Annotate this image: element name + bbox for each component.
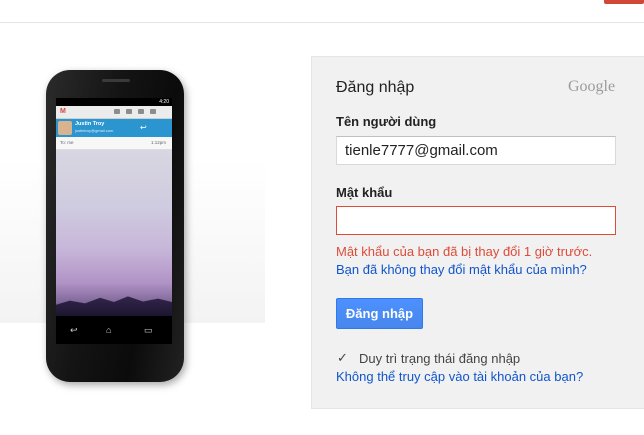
recent-apps-nav-icon: ▭ [144, 325, 153, 335]
header-red-button[interactable] [604, 0, 644, 4]
sender-name: Justin Troy [75, 121, 105, 127]
phone-speaker [102, 79, 130, 82]
cant-access-account-link[interactable]: Không thể truy cập vào tài khoản của bạn… [336, 369, 583, 384]
stay-signed-in-label[interactable]: Duy trì trạng thái đăng nhập [359, 351, 520, 366]
google-logo: Google [568, 78, 616, 95]
phone-nav-bar: ↩ ⌂ ▭ [56, 316, 172, 344]
phone-screen: 4:20 M Justin Troy justintroy@gmail.com … [56, 98, 172, 344]
sender-email: justintroy@gmail.com [75, 128, 114, 133]
home-nav-icon: ⌂ [106, 325, 112, 335]
username-input[interactable]: tienle7777@gmail.com [336, 136, 616, 165]
didnt-change-password-link[interactable]: Bạn đã không thay đổi mật khẩu của mình? [336, 262, 587, 277]
mail-meta-row: To: me 1:12pm [56, 137, 172, 150]
trash-icon [126, 109, 132, 114]
mail-time: 1:12pm [150, 140, 166, 145]
password-label: Mật khẩu [336, 185, 393, 200]
archive-icon [114, 109, 120, 114]
gmail-toolbar: M [56, 106, 172, 119]
folder-icon [150, 109, 156, 114]
gmail-icon: M [60, 108, 66, 115]
phone-status-time: 4:20 [159, 99, 169, 105]
reply-icon: ↩ [140, 123, 147, 132]
login-title: Đăng nhập [336, 79, 415, 96]
mail-icon [138, 109, 144, 114]
phone-status-bar: 4:20 [56, 98, 172, 106]
username-label: Tên người dùng [336, 114, 437, 129]
wallpaper-hills [56, 296, 172, 316]
signin-button[interactable]: Đăng nhập [336, 298, 423, 329]
phone-wallpaper [56, 150, 172, 316]
sender-bar: Justin Troy justintroy@gmail.com ↩ [56, 119, 172, 137]
stay-signed-in-checkbox[interactable]: ✓ [337, 351, 350, 364]
password-input[interactable] [336, 206, 616, 235]
top-bar [0, 0, 644, 23]
sender-avatar [58, 121, 72, 135]
password-error-message: Mật khẩu của bạn đã bị thay đổi 1 giờ tr… [336, 244, 593, 259]
phone-illustration: 4:20 M Justin Troy justintroy@gmail.com … [46, 70, 184, 382]
mail-to: To: me [60, 140, 74, 145]
back-nav-icon: ↩ [70, 325, 78, 335]
